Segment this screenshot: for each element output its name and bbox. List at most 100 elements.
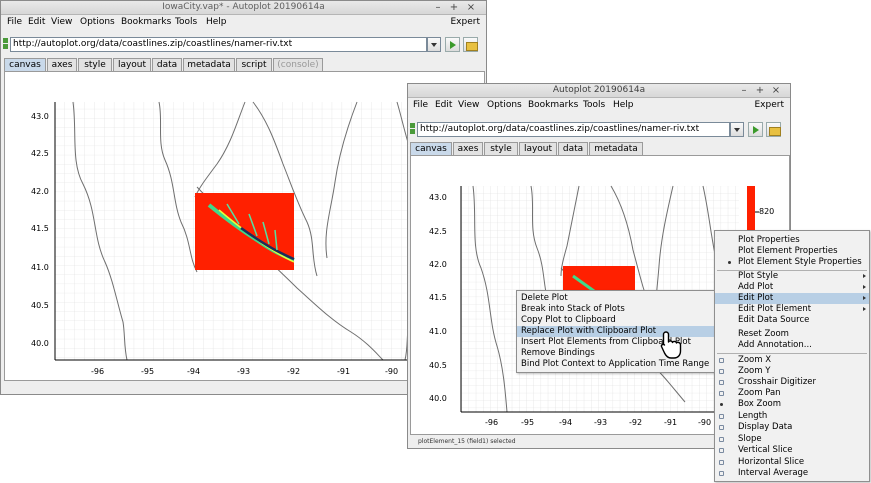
menu-item-plot-properties[interactable]: Plot Properties <box>715 235 869 246</box>
tab-canvas[interactable]: canvas <box>410 142 452 155</box>
maximize-icon[interactable]: + <box>754 84 766 98</box>
menu-item-label: Box Zoom <box>738 399 782 409</box>
tab-metadata[interactable]: metadata <box>183 58 235 71</box>
mode-length[interactable]: Length <box>715 411 869 422</box>
menu-file[interactable]: File <box>7 17 22 27</box>
menu-edit[interactable]: Edit <box>435 100 452 110</box>
bullet-icon <box>727 260 732 265</box>
url-history-dropdown-icon[interactable] <box>730 122 744 137</box>
mode-vertical-slice[interactable]: Vertical Slice <box>715 445 869 456</box>
menu-item-edit-data-source[interactable]: Edit Data Source <box>715 315 869 326</box>
radio-icon <box>719 437 724 442</box>
tab-style[interactable]: style <box>484 142 518 155</box>
menu-item-add-annotation[interactable]: Add Annotation... <box>715 340 869 351</box>
play-icon[interactable] <box>748 122 763 137</box>
menu-item-edit-plot[interactable]: Edit Plot <box>715 293 869 304</box>
tab-console[interactable]: (console) <box>273 58 323 71</box>
radio-icon <box>719 369 724 374</box>
menu-view[interactable]: View <box>51 17 72 27</box>
tab-style[interactable]: style <box>78 58 112 71</box>
menu-tools[interactable]: Tools <box>583 100 605 110</box>
menu-help[interactable]: Help <box>206 17 227 27</box>
folder-icon[interactable] <box>463 37 478 52</box>
menu-bookmarks[interactable]: Bookmarks <box>528 100 578 110</box>
url-history-dropdown-icon[interactable] <box>427 37 441 52</box>
mode-crosshair-digitizer[interactable]: Crosshair Digitizer <box>715 377 869 388</box>
radio-icon <box>719 414 724 419</box>
menu-item-label: Zoom X <box>738 355 772 365</box>
menu-item-label: Plot Style <box>738 271 779 281</box>
expert-label[interactable]: Expert <box>451 17 481 27</box>
radio-icon <box>719 448 724 453</box>
menu-item-break-into-stack[interactable]: Break into Stack of Plots <box>517 304 715 315</box>
menu-item-label: Horizontal Slice <box>738 457 805 467</box>
y-tick-label: 42.0 <box>429 260 447 269</box>
minimize-icon[interactable]: – <box>432 1 444 15</box>
menu-item-delete-plot[interactable]: Delete Plot <box>517 293 715 304</box>
mode-interval-average[interactable]: Interval Average <box>715 468 869 479</box>
tab-data[interactable]: data <box>152 58 182 71</box>
tab-layout[interactable]: layout <box>113 58 151 71</box>
minimize-icon[interactable]: – <box>738 84 750 98</box>
close-icon[interactable]: × <box>465 1 477 15</box>
back-url-field[interactable]: http://autoplot.org/data/coastlines.zip/… <box>10 37 427 52</box>
menu-options[interactable]: Options <box>487 100 522 110</box>
mode-box-zoom[interactable]: Box Zoom <box>715 399 869 410</box>
tab-metadata[interactable]: metadata <box>589 142 643 155</box>
submenu-arrow-icon <box>863 285 866 289</box>
mode-zoom-x[interactable]: Zoom X <box>715 355 869 366</box>
y-tick-label: 43.0 <box>31 112 49 121</box>
radio-selected-icon <box>719 402 724 407</box>
x-tick-label: -95 <box>141 367 155 376</box>
radio-icon <box>719 460 724 465</box>
mode-horizontal-slice[interactable]: Horizontal Slice <box>715 457 869 468</box>
menu-file[interactable]: File <box>413 100 428 110</box>
maximize-icon[interactable]: + <box>448 1 460 15</box>
tab-layout[interactable]: layout <box>519 142 557 155</box>
menu-item-add-plot[interactable]: Add Plot <box>715 282 869 293</box>
folder-icon[interactable] <box>766 122 781 137</box>
mode-zoom-pan[interactable]: Zoom Pan <box>715 388 869 399</box>
mode-display-data[interactable]: Display Data <box>715 422 869 433</box>
menu-edit[interactable]: Edit <box>28 17 45 27</box>
menu-item-copy-plot[interactable]: Copy Plot to Clipboard <box>517 315 715 326</box>
menu-item-label: Vertical Slice <box>738 445 793 455</box>
x-tick-label: -93 <box>237 367 251 376</box>
menu-view[interactable]: View <box>458 100 479 110</box>
menu-item-edit-plot-element[interactable]: Edit Plot Element <box>715 304 869 315</box>
tab-axes[interactable]: axes <box>47 58 77 71</box>
menu-item-label: Zoom Y <box>738 366 771 376</box>
front-url-field[interactable]: http://autoplot.org/data/coastlines.zip/… <box>417 122 730 137</box>
plot-context-menu: Delete Plot Break into Stack of Plots Co… <box>516 290 716 373</box>
menu-item-plot-element-style-properties[interactable]: Plot Element Style Properties <box>715 257 869 268</box>
x-tick-label: -94 <box>559 418 573 427</box>
tab-data[interactable]: data <box>558 142 588 155</box>
front-title-bar[interactable]: Autoplot 20190614a – + × <box>408 84 790 98</box>
menu-item-plot-style[interactable]: Plot Style <box>715 271 869 282</box>
x-tick-label: -92 <box>287 367 301 376</box>
menu-bookmarks[interactable]: Bookmarks <box>121 17 171 27</box>
back-url-row: http://autoplot.org/data/coastlines.zip/… <box>1 35 486 53</box>
tab-script[interactable]: script <box>236 58 272 71</box>
tab-axes[interactable]: axes <box>453 142 483 155</box>
mode-slope[interactable]: Slope <box>715 434 869 445</box>
expert-label[interactable]: Expert <box>755 100 785 110</box>
y-tick-label: 41.0 <box>429 327 447 336</box>
back-title-bar[interactable]: IowaCity.vap* - Autoplot 20190614a – + × <box>1 1 486 15</box>
radio-icon <box>719 391 724 396</box>
menu-item-label: Zoom Pan <box>738 388 781 398</box>
menu-options[interactable]: Options <box>80 17 115 27</box>
menu-item-bind-plot-context[interactable]: Bind Plot Context to Application Time Ra… <box>517 359 715 370</box>
close-icon[interactable]: × <box>770 84 782 98</box>
data-source-icon <box>410 123 416 135</box>
mode-zoom-y[interactable]: Zoom Y <box>715 366 869 377</box>
menu-separator <box>717 353 867 354</box>
tab-canvas[interactable]: canvas <box>4 58 46 71</box>
x-tick-label: -91 <box>337 367 351 376</box>
menu-tools[interactable]: Tools <box>175 17 197 27</box>
play-icon[interactable] <box>445 37 460 52</box>
menu-help[interactable]: Help <box>613 100 634 110</box>
canvas-context-menu: Plot Properties Plot Element Properties … <box>714 230 870 482</box>
menu-item-plot-element-properties[interactable]: Plot Element Properties <box>715 246 869 257</box>
menu-item-reset-zoom[interactable]: Reset Zoom <box>715 329 869 340</box>
